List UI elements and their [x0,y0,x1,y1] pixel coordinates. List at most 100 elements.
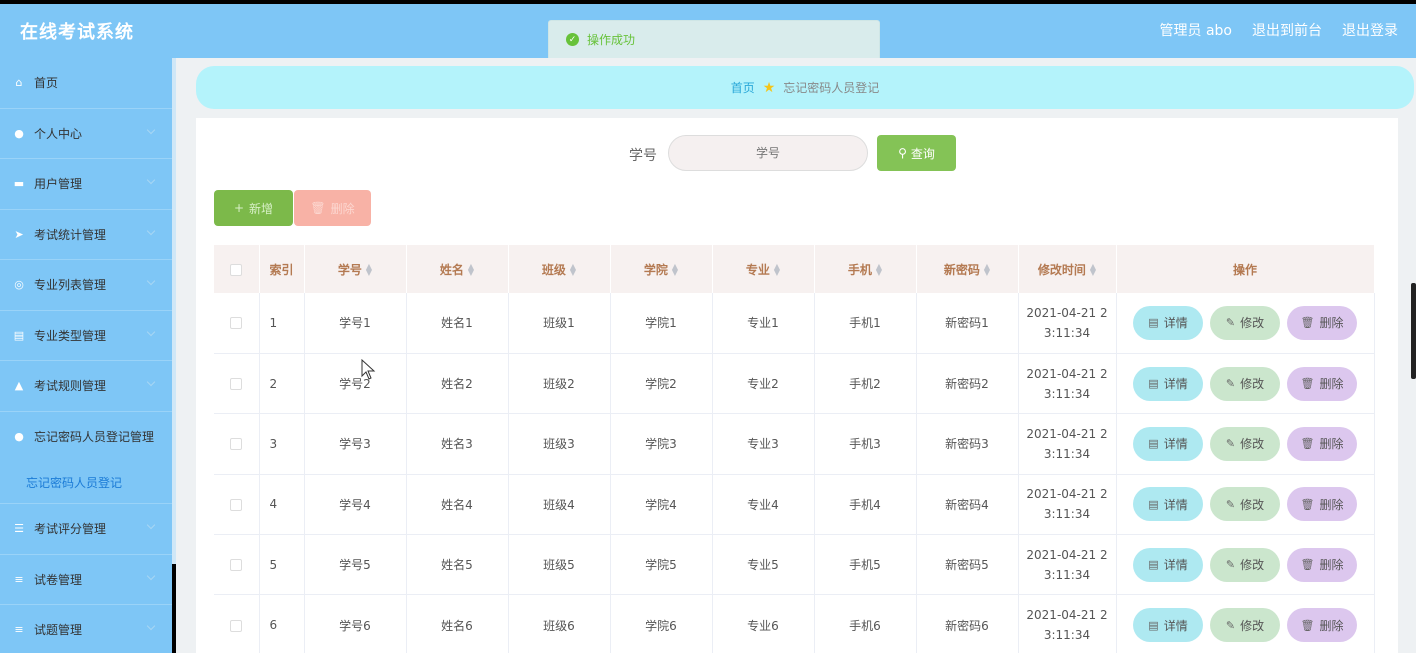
time-date: 2021-04-21 2 [1026,426,1108,441]
document-icon: ▤ [1148,316,1159,330]
column-header-modified-time[interactable]: 修改时间 ▲ ▼ [1018,245,1117,293]
sidebar-item-major-list[interactable]: ◎ 专业列表管理 [0,260,172,311]
trash-icon: 🗑 [1300,618,1315,632]
records-table: 索引 学号 ▲ ▼ 姓名 ▲ ▼ 班级 ▲ ▼ 学院 ▲ ▼ 专业 ▲ ▼ 手机 ▲ ▼ 新密码 ▲ ▼ 修… [214,245,1375,653]
admin-user[interactable]: 管理员 abo [1160,20,1232,40]
chevron-down-icon [146,377,156,387]
delete-button[interactable]: 🗑 删除 [1287,305,1357,340]
column-header-college[interactable]: 学院 ▲ ▼ [610,245,713,293]
cell-sno: 学号5 [304,534,407,596]
cell-index: 2 [259,353,305,415]
column-header-class[interactable]: 班级 ▲ ▼ [508,245,611,293]
detail-button[interactable]: ▤ 详情 [1133,487,1203,522]
chevron-down-icon [146,327,156,336]
edit-button[interactable]: ✎ 修改 [1210,366,1280,401]
sidebar-item-questions[interactable]: ≡ 试题管理 [0,605,172,653]
edit-button[interactable]: ✎ 修改 [1210,547,1280,582]
delete-button[interactable]: 🗑 删除 [1287,366,1357,401]
edit-button[interactable]: ✎ 修改 [1210,487,1280,522]
cell-class: 班级3 [508,413,611,475]
delete-button[interactable]: 🗑 删除 [1287,426,1357,461]
sort-icon: ▲ ▼ [773,262,781,277]
row-checkbox[interactable] [230,498,243,511]
sidebar-item-major-type[interactable]: ▤ 专业类型管理 [0,311,172,361]
breadcrumb-home[interactable]: 首页 [731,79,755,96]
back-to-front-link[interactable]: 退出到前台 [1252,20,1322,40]
cell-index: 6 [259,594,305,653]
batch-delete-button[interactable]: 🗑 删除 [294,190,371,226]
sidebar-item-exam-scoring[interactable]: ☰ 考试评分管理 [0,504,172,555]
sidebar-item-home[interactable]: ⌂ 首页 [0,58,172,109]
add-button[interactable]: + 新增 [214,190,293,226]
delete-button[interactable]: 🗑 删除 [1287,487,1357,522]
sidebar-item-exam-rules[interactable]: ▲ 考试规则管理 [0,361,172,412]
logout-link[interactable]: 退出登录 [1342,20,1398,40]
cell-phone: 手机6 [814,594,917,653]
delete-button[interactable]: 🗑 删除 [1287,608,1357,643]
row-checkbox[interactable] [230,317,243,330]
cell-actions: ▤ 详情 ✎ 修改 🗑 删除 [1116,413,1375,475]
cell-name: 姓名4 [406,474,509,536]
cell-sno: 学号6 [304,594,407,653]
cell-class: 班级6 [508,594,611,653]
detail-button[interactable]: ▤ 详情 [1133,547,1203,582]
cell-college: 学院2 [610,353,713,415]
sidebar-item-exam-stats[interactable]: ➤ 考试统计管理 [0,210,172,260]
cell-modified-time: 2021-04-21 2 3:11:34 [1018,594,1117,653]
row-checkbox-cell [214,413,260,475]
cell-name: 姓名3 [406,413,509,475]
query-button[interactable]: ⚲ 查询 [877,135,956,171]
row-checkbox-cell [214,594,260,653]
column-header-name[interactable]: 姓名 ▲ ▼ [406,245,509,293]
sidebar-item-forgot-password[interactable]: ● 忘记密码人员登记管理 [0,412,172,463]
row-checkbox[interactable] [230,378,243,391]
select-all-cell [214,245,260,293]
select-all-checkbox[interactable] [230,263,243,276]
detail-button[interactable]: ▤ 详情 [1133,608,1203,643]
cell-new-password: 新密码1 [916,293,1019,354]
cell-modified-time: 2021-04-21 2 3:11:34 [1018,293,1117,354]
cell-actions: ▤ 详情 ✎ 修改 🗑 删除 [1116,594,1375,653]
delete-button[interactable]: 🗑 删除 [1287,547,1357,582]
column-header-major[interactable]: 专业 ▲ ▼ [712,245,815,293]
sidebar-item-papers[interactable]: ≡ 试卷管理 [0,555,172,605]
page-scrollbar[interactable] [1411,283,1416,379]
detail-button[interactable]: ▤ 详情 [1133,305,1203,340]
document-icon: ▤ [1148,618,1159,632]
app-title: 在线考试系统 [20,22,134,43]
toast-message: 操作成功 [587,33,636,47]
users-icon: ▬ [13,177,25,191]
row-checkbox-cell [214,353,260,415]
sidebar-item-users[interactable]: ▬ 用户管理 [0,159,172,210]
mouse-cursor-icon [361,359,376,380]
trash-icon: 🗑 [1300,497,1315,511]
send-icon: ➤ [14,227,24,241]
cell-class: 班级5 [508,534,611,596]
column-header-phone[interactable]: 手机 ▲ ▼ [814,245,917,293]
cell-index: 3 [259,413,305,475]
edit-button[interactable]: ✎ 修改 [1210,426,1280,461]
row-checkbox[interactable] [230,619,243,632]
pencil-icon: ✎ [1225,558,1236,572]
column-header-new-password[interactable]: 新密码 ▲ ▼ [916,245,1019,293]
sort-icon: ▲ ▼ [671,262,679,277]
detail-button[interactable]: ▤ 详情 [1133,426,1203,461]
chevron-down-icon [146,276,156,286]
edit-button[interactable]: ✎ 修改 [1210,608,1280,643]
edit-button[interactable]: ✎ 修改 [1210,305,1280,340]
sidebar-subitem-forgot-password-registry[interactable]: 忘记密码人员登记 [0,462,172,504]
cell-phone: 手机3 [814,413,917,475]
cell-new-password: 新密码6 [916,594,1019,653]
row-checkbox-cell [214,474,260,536]
time-date: 2021-04-21 2 [1026,547,1108,562]
column-header-sno[interactable]: 学号 ▲ ▼ [304,245,407,293]
detail-button[interactable]: ▤ 详情 [1133,366,1203,401]
pencil-icon: ✎ [1225,497,1236,511]
row-checkbox[interactable] [230,559,243,572]
cell-modified-time: 2021-04-21 2 3:11:34 [1018,413,1117,475]
time-clock: 3:11:34 [1043,325,1091,340]
cell-major: 专业2 [712,353,815,415]
search-input[interactable] [668,135,868,171]
sidebar-item-profile[interactable]: ● 个人中心 [0,109,172,159]
row-checkbox[interactable] [230,438,243,451]
